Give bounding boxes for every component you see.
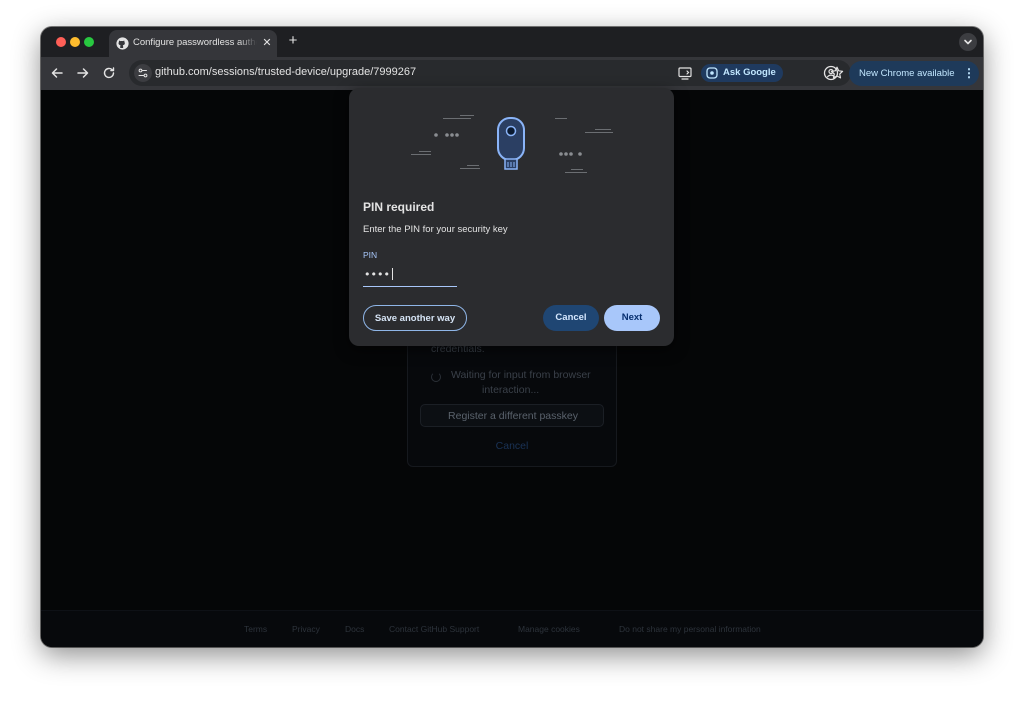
install-app-icon[interactable] (677, 65, 693, 81)
register-different-passkey-button[interactable]: Register a different passkey (420, 404, 604, 427)
dialog-subtitle: Enter the PIN for your security key (363, 224, 508, 235)
footer-link-contact-support[interactable]: Contact GitHub Support (389, 624, 479, 634)
footer-link-manage-cookies[interactable]: Manage cookies (518, 624, 580, 634)
new-tab-button[interactable]: + (285, 33, 301, 49)
chrome-update-label: New Chrome available (859, 68, 955, 79)
save-another-way-label: Save another way (374, 313, 456, 324)
back-icon[interactable] (49, 65, 65, 81)
maximize-window-button[interactable] (84, 37, 94, 47)
footer-link-docs[interactable]: Docs (345, 624, 364, 634)
waiting-text-line2: interaction... (482, 384, 540, 396)
ask-google-label: Ask Google (723, 67, 776, 78)
kebab-menu-icon[interactable]: ⋮ (963, 66, 975, 80)
forward-icon[interactable] (75, 65, 91, 81)
page-footer: Terms Privacy Docs Contact GitHub Suppor… (41, 610, 983, 647)
url-text[interactable]: github.com/sessions/trusted-device/upgra… (155, 66, 416, 78)
pin-field-label: PIN (363, 250, 378, 260)
site-settings-icon[interactable] (134, 64, 152, 82)
chrome-update-button[interactable]: New Chrome available ⋮ (849, 61, 979, 86)
minimize-window-button[interactable] (70, 37, 80, 47)
tab-close-icon[interactable]: ✕ (260, 36, 274, 50)
pin-field[interactable]: •••• (363, 265, 457, 287)
cancel-button[interactable]: Cancel (543, 305, 599, 331)
text-caret (392, 268, 393, 280)
register-button-label: Register a different passkey (448, 410, 578, 422)
security-key-icon (411, 115, 613, 173)
address-bar[interactable]: github.com/sessions/trusted-device/upgra… (129, 60, 851, 86)
ask-google-button[interactable]: Ask Google (701, 64, 783, 82)
pin-field-value: •••• (364, 268, 390, 281)
save-another-way-button[interactable]: Save another way (363, 305, 467, 331)
reload-icon[interactable] (101, 65, 117, 81)
chevron-down-icon (964, 39, 972, 45)
cancel-link[interactable]: Cancel (407, 440, 617, 452)
close-window-button[interactable] (56, 37, 66, 47)
next-button-label: Next (621, 312, 643, 323)
tab-title: Configure passwordless authentication (133, 37, 257, 48)
browser-toolbar: github.com/sessions/trusted-device/upgra… (41, 57, 983, 90)
github-icon (116, 37, 129, 50)
loading-spinner-icon (431, 372, 441, 382)
footer-link-do-not-share[interactable]: Do not share my personal information (619, 624, 761, 634)
pin-required-dialog: PIN required Enter the PIN for your secu… (349, 88, 674, 346)
tab-strip: Configure passwordless authentication ✕ … (41, 27, 983, 57)
dialog-title: PIN required (363, 200, 435, 214)
tab-search-button[interactable] (959, 33, 977, 51)
profile-icon[interactable] (823, 65, 839, 81)
browser-tab[interactable]: Configure passwordless authentication ✕ (109, 30, 277, 57)
next-button[interactable]: Next (604, 305, 660, 331)
waiting-text-line1: Waiting for input from browser (451, 369, 591, 381)
cancel-button-label: Cancel (555, 312, 587, 323)
footer-link-privacy[interactable]: Privacy (292, 624, 320, 634)
google-lens-icon (706, 67, 718, 79)
footer-link-terms[interactable]: Terms (244, 624, 267, 634)
